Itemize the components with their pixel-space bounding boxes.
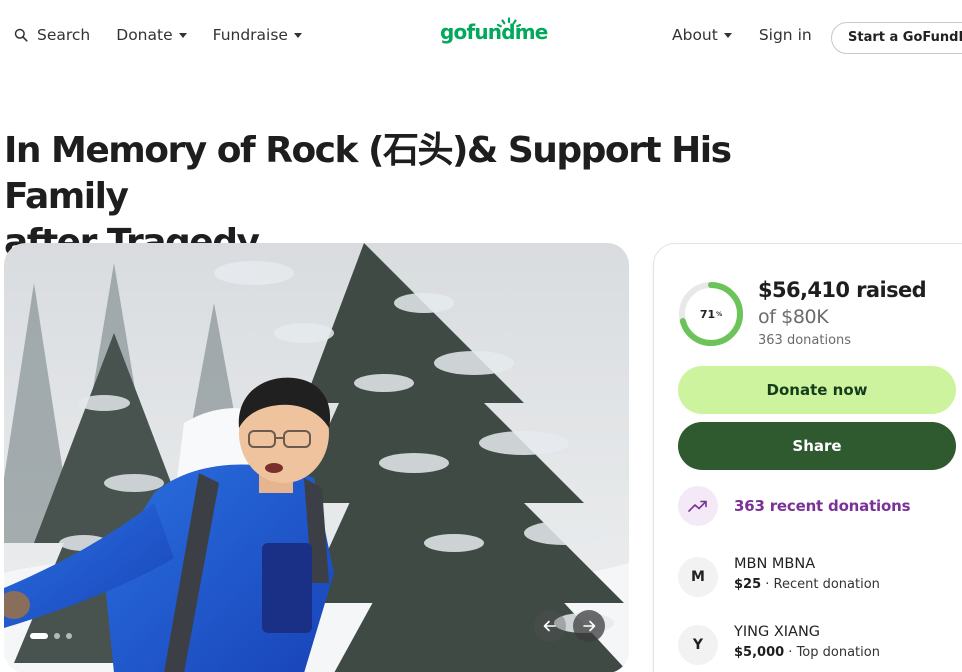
donate-menu-label: Donate <box>116 26 173 44</box>
fundraise-menu-label: Fundraise <box>212 26 288 44</box>
logo-wordmark: gofundme <box>440 20 548 44</box>
donor-name: YING XIANG <box>734 624 821 640</box>
caret-down-icon <box>293 33 302 38</box>
recent-donations-label: 363 recent donations <box>734 497 911 515</box>
carousel-dot[interactable] <box>66 633 72 639</box>
share-button[interactable]: Share <box>678 422 956 470</box>
start-gofundme-button[interactable]: Start a GoFundMe <box>831 22 962 54</box>
trending-up-icon <box>688 500 707 512</box>
campaign-photo[interactable] <box>4 243 629 672</box>
donor-info: MBN MBNA $25 · Recent donation <box>734 554 880 595</box>
donation-type: · Top donation <box>784 645 880 660</box>
carousel-next-button[interactable] <box>573 610 605 642</box>
caret-down-icon <box>723 33 732 38</box>
donation-card: 71% $56,410 raised of $80K 363 donations… <box>653 243 962 672</box>
campaign-title-line-1: In Memory of Rock (石头)& Support His Fami… <box>4 130 732 217</box>
recent-donations-link[interactable]: 363 recent donations <box>678 486 911 526</box>
logo-sun-icon <box>496 17 522 28</box>
caret-down-icon <box>178 33 187 38</box>
donation-meta: $5,000 · Top donation <box>734 643 880 663</box>
progress-percent: 71% <box>678 281 744 347</box>
sign-in-label: Sign in <box>758 26 812 44</box>
progress-percent-symbol: % <box>716 310 723 318</box>
carousel-prev-button[interactable] <box>534 610 566 642</box>
trend-icon-badge <box>678 486 718 526</box>
progress-percent-value: 71 <box>699 307 716 321</box>
donation-type: · Recent donation <box>761 577 880 592</box>
carousel-dot-active[interactable] <box>30 633 48 639</box>
hiker-in-snowy-forest-image <box>4 243 629 672</box>
donation-item: Y YING XIANG $5,000 · Top donation <box>678 622 880 665</box>
donor-info: YING XIANG $5,000 · Top donation <box>734 622 880 663</box>
donate-menu[interactable]: Donate <box>116 26 187 44</box>
nav-left-group: Search Donate Fundraise <box>14 26 302 44</box>
donation-amount: $25 <box>734 577 762 592</box>
search-icon <box>14 28 28 42</box>
donation-item: M MBN MBNA $25 · Recent donation <box>678 554 880 597</box>
donor-avatar: M <box>678 557 718 597</box>
goal-amount: of $80K <box>758 306 829 328</box>
nav-right-group: About Sign in <box>672 26 812 44</box>
gofundme-logo[interactable]: gofundme <box>440 17 548 44</box>
about-menu-label: About <box>672 26 718 44</box>
fundraise-menu[interactable]: Fundraise <box>213 26 302 44</box>
arrow-left-icon <box>543 620 556 632</box>
donor-avatar: Y <box>678 625 718 665</box>
search-label: Search <box>37 26 91 44</box>
amount-raised: $56,410 raised <box>758 278 927 302</box>
arrow-right-icon <box>583 620 596 632</box>
sign-in-link[interactable]: Sign in <box>759 26 812 44</box>
carousel-dots <box>30 633 78 639</box>
donation-meta: $25 · Recent donation <box>734 575 880 595</box>
donate-now-button[interactable]: Donate now <box>678 366 956 414</box>
donation-amount: $5,000 <box>734 645 785 660</box>
donor-name: MBN MBNA <box>734 556 816 572</box>
search-link[interactable]: Search <box>14 26 90 44</box>
about-menu[interactable]: About <box>672 26 732 44</box>
donations-count: 363 donations <box>758 333 852 348</box>
carousel-dot[interactable] <box>54 633 60 639</box>
top-navigation: Search Donate Fundraise gofundme About S… <box>0 0 962 78</box>
